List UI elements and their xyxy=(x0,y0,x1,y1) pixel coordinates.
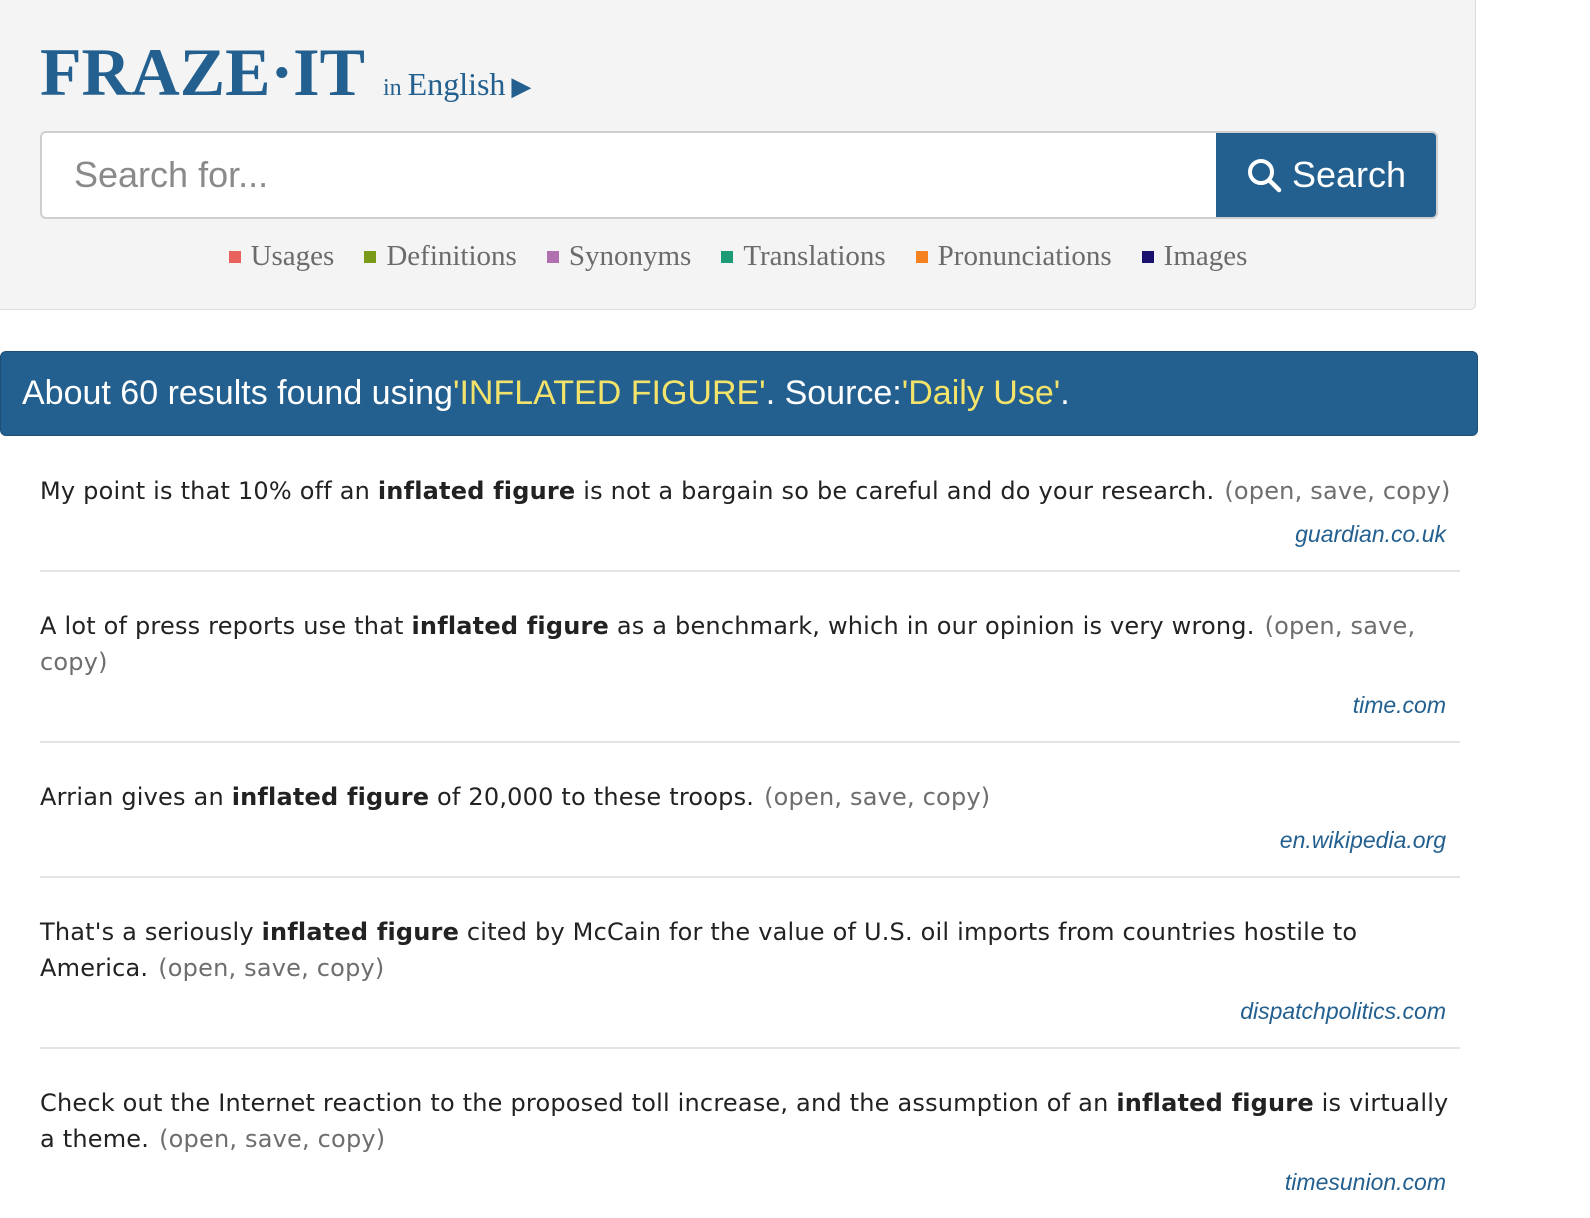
site-logo[interactable]: FRAZE·IT xyxy=(40,38,365,106)
search-button[interactable]: Search xyxy=(1216,133,1436,217)
result-actions[interactable]: (open, save, copy) xyxy=(159,1125,385,1153)
category-label: Synonyms xyxy=(568,240,692,272)
result-item: My point is that 10% off an inflated fig… xyxy=(40,437,1460,572)
category-link-definitions[interactable]: Definitions xyxy=(364,240,517,273)
highlighted-term: inflated figure xyxy=(261,918,460,946)
banner-suffix: . xyxy=(1060,374,1070,412)
category-square-icon xyxy=(228,250,241,263)
category-links: Usages Definitions Synonyms Translations Pro… xyxy=(0,240,1476,273)
result-item: That's a seriously inflated figure cited… xyxy=(40,878,1460,1049)
banner-source: 'Daily Use' xyxy=(901,374,1061,412)
sentence-before: Arrian gives an xyxy=(40,783,232,811)
results-banner: About 60 results found using 'INFLATED F… xyxy=(0,351,1478,436)
banner-query: 'INFLATED FIGURE' xyxy=(452,374,766,412)
category-square-icon xyxy=(546,250,559,263)
result-sentence: My point is that 10% off an inflated fig… xyxy=(40,473,1460,509)
result-item: A lot of press reports use that inflated… xyxy=(40,572,1460,743)
sentence-before: That's a seriously xyxy=(40,918,262,946)
search-box: Search xyxy=(40,131,1438,219)
category-label: Images xyxy=(1163,240,1248,272)
category-square-icon xyxy=(364,250,377,263)
category-label: Definitions xyxy=(386,240,517,272)
result-item: Arrian gives an inflated figure of 20,00… xyxy=(40,743,1460,878)
result-source-link[interactable]: timesunion.com xyxy=(40,1169,1460,1196)
results-list: My point is that 10% off an inflated fig… xyxy=(40,437,1460,1218)
result-actions[interactable]: (open, save, copy) xyxy=(158,954,384,982)
result-sentence: Check out the Internet reaction to the p… xyxy=(40,1085,1460,1157)
language-selector[interactable]: in English ▶ xyxy=(383,66,531,103)
result-source-link[interactable]: en.wikipedia.org xyxy=(40,827,1460,854)
category-link-translations[interactable]: Translations xyxy=(721,240,886,273)
sentence-after: of 20,000 to these troops. xyxy=(429,783,755,811)
category-square-icon xyxy=(915,250,928,263)
highlighted-term: inflated figure xyxy=(411,612,610,640)
sentence-after: is not a bargain so be careful and do yo… xyxy=(575,477,1215,505)
banner-prefix: About 60 results found using xyxy=(22,374,453,412)
category-link-synonyms[interactable]: Synonyms xyxy=(546,240,692,273)
sentence-before: A lot of press reports use that xyxy=(40,612,412,640)
highlighted-term: inflated figure xyxy=(377,477,576,505)
category-link-pronunciations[interactable]: Pronunciations xyxy=(915,240,1112,273)
highlighted-term: inflated figure xyxy=(1116,1089,1314,1117)
result-item: Check out the Internet reaction to the p… xyxy=(40,1049,1460,1218)
category-label: Usages xyxy=(250,240,335,272)
triangle-right-icon: ▶ xyxy=(511,72,532,101)
language-name: English xyxy=(407,66,506,102)
search-button-label: Search xyxy=(1291,154,1407,195)
result-sentence: A lot of press reports use that inflated… xyxy=(40,608,1460,680)
category-link-usages[interactable]: Usages xyxy=(228,240,335,273)
sentence-before: My point is that 10% off an xyxy=(40,477,378,505)
result-source-link[interactable]: dispatchpolitics.com xyxy=(40,998,1460,1025)
result-source-link[interactable]: time.com xyxy=(40,692,1460,719)
result-source-link[interactable]: guardian.co.uk xyxy=(40,521,1460,548)
language-prefix: in xyxy=(382,75,402,101)
search-input[interactable] xyxy=(42,133,1216,217)
category-label: Translations xyxy=(743,240,886,272)
result-sentence: Arrian gives an inflated figure of 20,00… xyxy=(40,779,1460,815)
highlighted-term: inflated figure xyxy=(231,783,430,811)
category-link-images[interactable]: Images xyxy=(1141,240,1248,273)
search-icon xyxy=(1247,159,1282,193)
category-label: Pronunciations xyxy=(937,240,1112,272)
category-square-icon xyxy=(721,250,734,263)
category-square-icon xyxy=(1141,250,1154,263)
logo-row: FRAZE·IT in English ▶ xyxy=(40,38,531,106)
banner-middle: . Source: xyxy=(765,374,902,412)
sentence-before: Check out the Internet reaction to the p… xyxy=(40,1089,1117,1117)
result-actions[interactable]: (open, save, copy) xyxy=(764,783,990,811)
sentence-after: as a benchmark, which in our opinion is … xyxy=(609,612,1255,640)
result-actions[interactable]: (open, save, copy) xyxy=(1224,477,1450,505)
header-panel: FRAZE·IT in English ▶ Search Usages Defin… xyxy=(0,0,1476,310)
result-sentence: That's a seriously inflated figure cited… xyxy=(40,914,1460,986)
